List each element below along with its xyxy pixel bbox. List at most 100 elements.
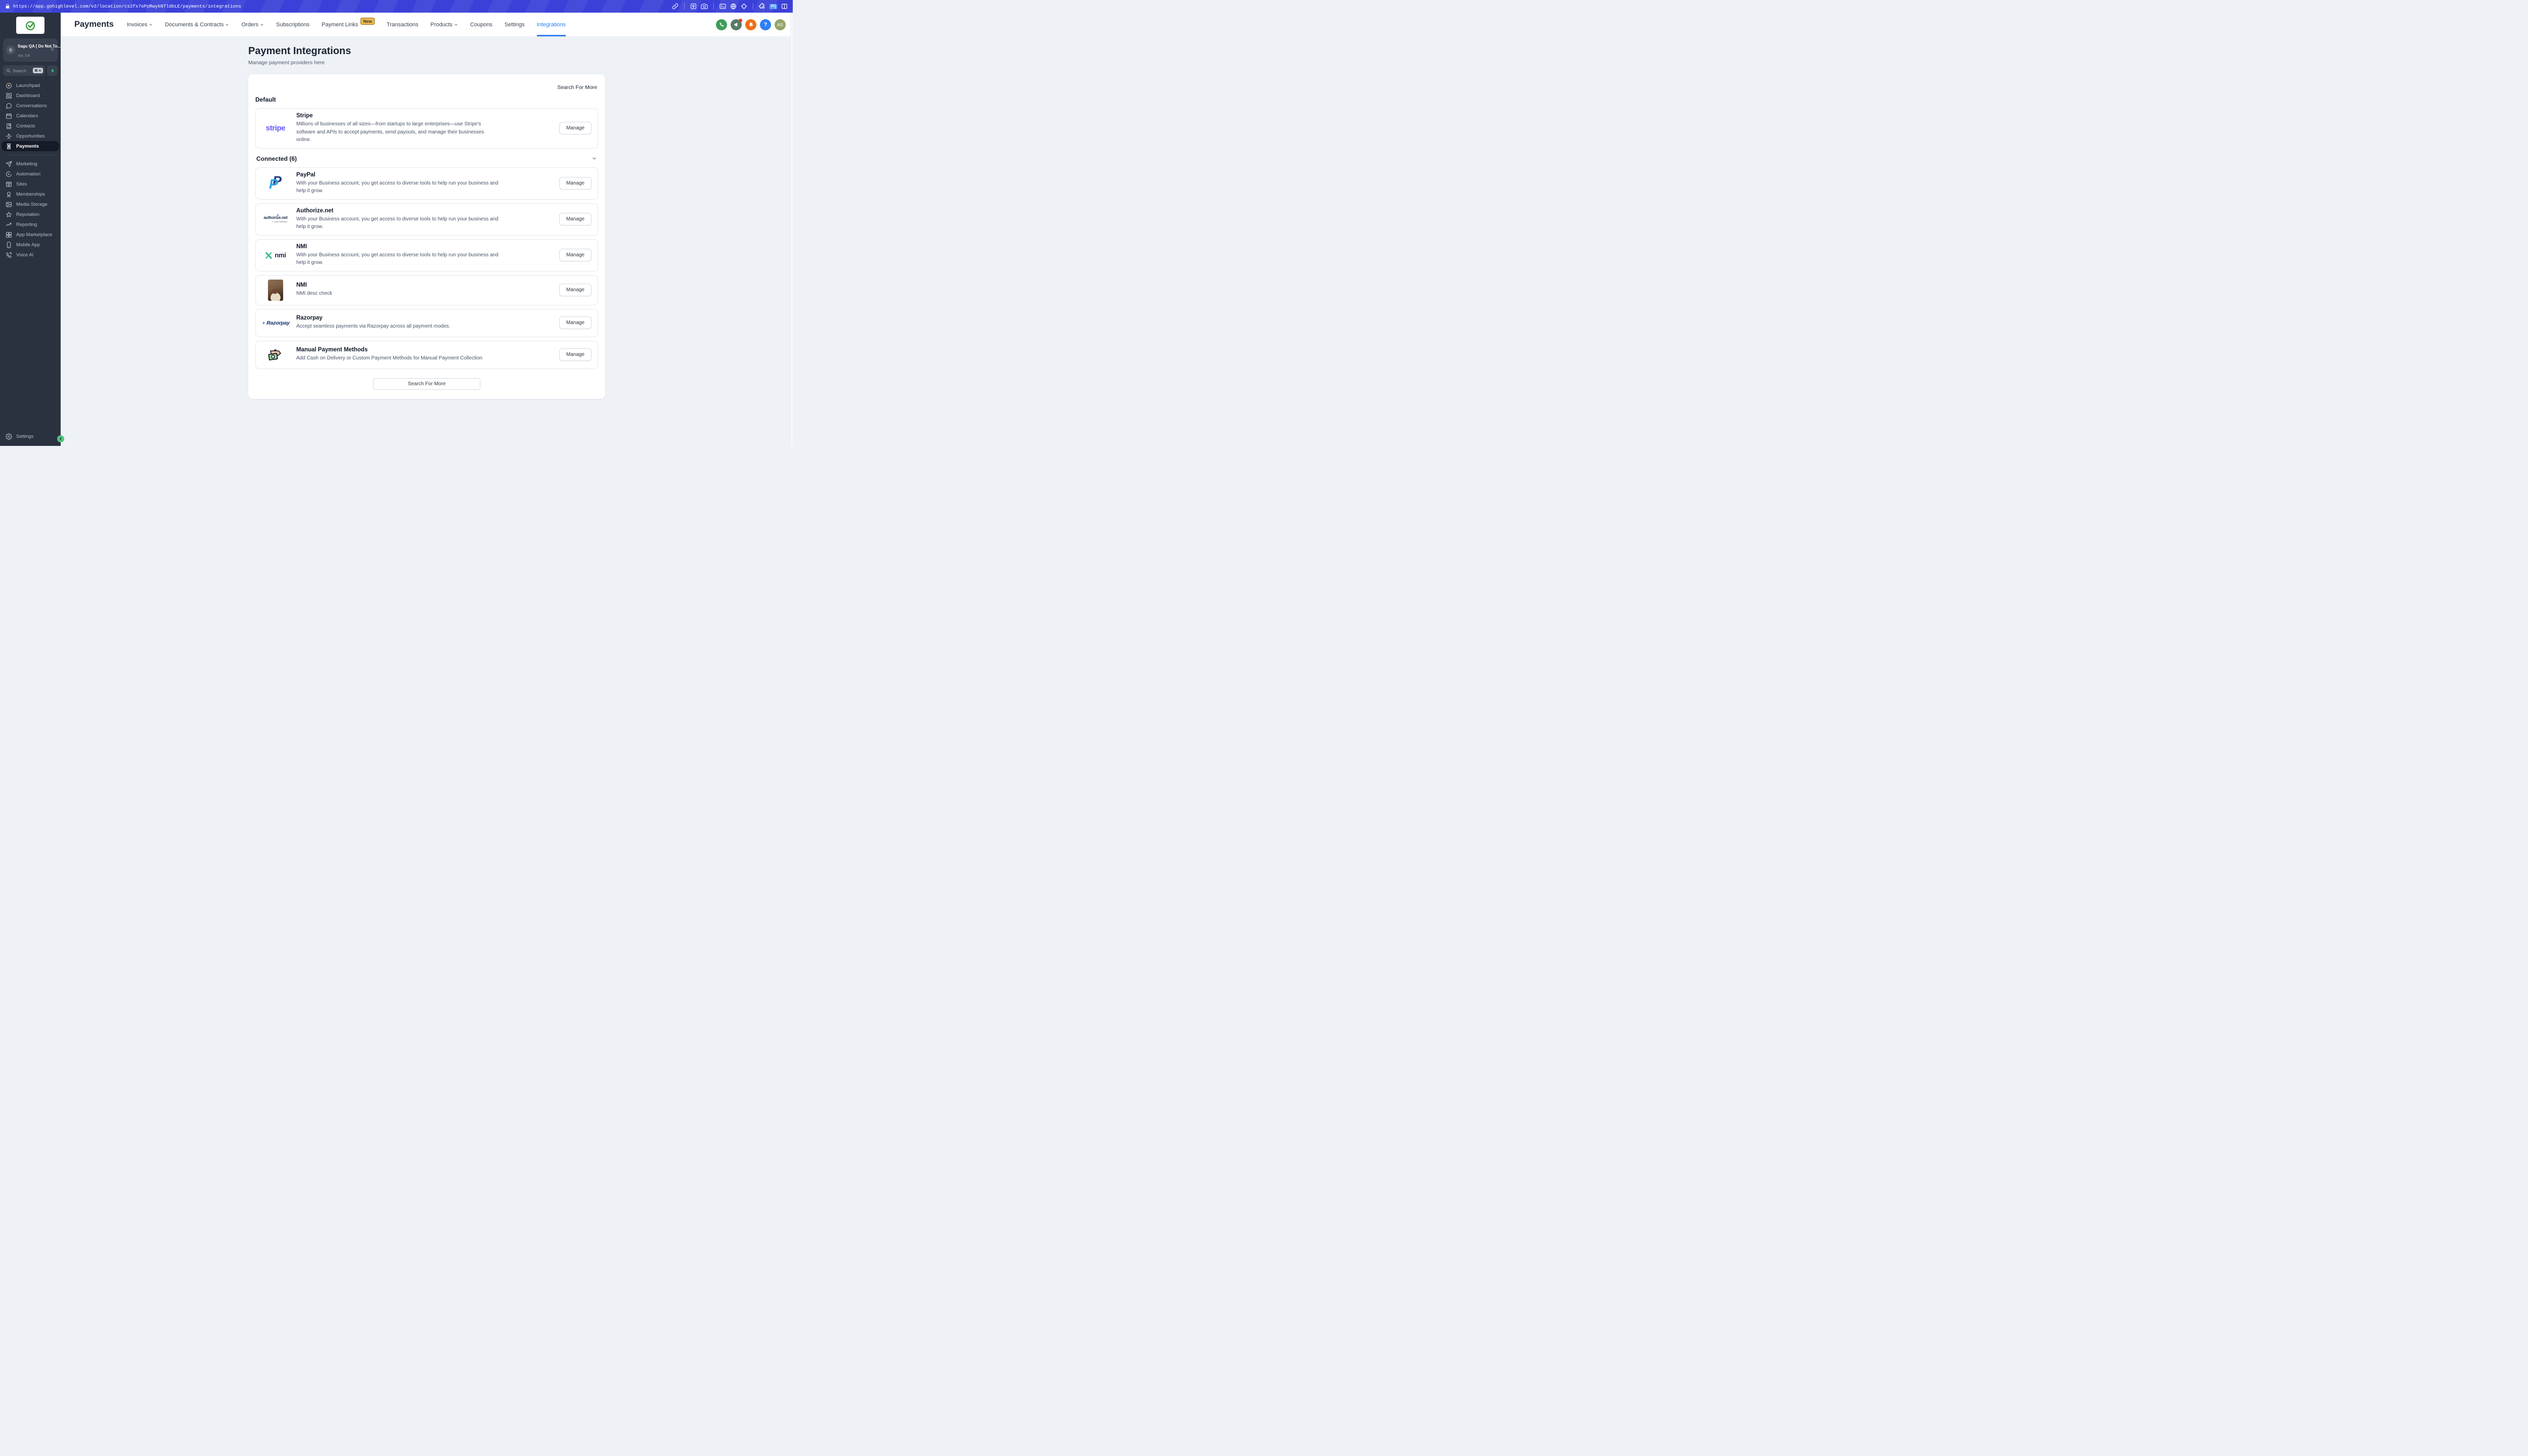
sidebar-collapse-button[interactable] (57, 435, 64, 442)
location-switcher[interactable]: Sagu QA [ Do Not To... xyz, CA (3, 38, 58, 62)
paper-plane-icon (6, 161, 12, 167)
sidebar-item-app-marketplace[interactable]: App Marketplace (2, 230, 59, 240)
sidebar-item-settings[interactable]: Settings (2, 431, 59, 441)
sidebar-item-calendars[interactable]: Calendars (2, 111, 59, 121)
tab-label: Settings (505, 22, 525, 28)
stripe-logo: stripe (261, 124, 290, 132)
split-view-icon[interactable] (781, 3, 788, 10)
camera-icon[interactable] (701, 3, 708, 10)
help-button[interactable]: ? (760, 19, 771, 30)
sidebar: Sagu QA [ Do Not To... xyz, CA Search ⌘ … (0, 13, 61, 446)
tab-label: Invoices (127, 22, 147, 28)
provider-row-authorize-net: authorize.net A Visa Solution Authorize.… (255, 203, 598, 236)
sidebar-item-label: Reporting (16, 222, 37, 228)
tab-invoices[interactable]: Invoices (127, 13, 153, 36)
manage-button-stripe[interactable]: Manage (559, 122, 592, 134)
sidebar-item-label: Voice AI (16, 252, 33, 258)
dashboard-icon (6, 93, 12, 99)
terminal-icon[interactable] (719, 3, 726, 10)
tab-subscriptions[interactable]: Subscriptions (276, 13, 309, 36)
sidebar-item-payments[interactable]: Payments (2, 141, 59, 151)
sidebar-item-reputation[interactable]: Reputation (2, 209, 59, 219)
sidebar-item-mobile-app[interactable]: Mobile App (2, 240, 59, 250)
tab-orders[interactable]: Orders (241, 13, 264, 36)
extensions-puzzle-icon[interactable] (759, 3, 765, 10)
sidebar-item-memberships[interactable]: Memberships (2, 189, 59, 199)
link-icon[interactable] (672, 3, 679, 10)
sidebar-item-marketing[interactable]: Marketing (2, 159, 59, 169)
announcements-button[interactable] (731, 19, 742, 30)
provider-name: PayPal (296, 172, 499, 178)
toolbar-separator (713, 3, 714, 10)
navbar-title: Payments (74, 20, 114, 29)
sidebar-item-automation[interactable]: Automation (2, 169, 59, 179)
provider-name: NMI (296, 282, 332, 288)
tab-transactions[interactable]: Transactions (387, 13, 419, 36)
page-subtitle: Manage payment providers here (248, 60, 605, 66)
sidebar-item-conversations[interactable]: Conversations (2, 101, 59, 111)
provider-row-stripe: stripe Stripe Millions of businesses of … (255, 108, 598, 149)
razorpay-wordmark: Razorpay (266, 320, 290, 326)
tab-documents-contracts[interactable]: Documents & Contracts (165, 13, 229, 36)
tab-label: Integrations (537, 22, 566, 28)
cash-in-hand-icon (267, 348, 284, 362)
sidebar-item-media-storage[interactable]: Media Storage (2, 199, 59, 209)
tab-label: Coupons (470, 22, 492, 28)
address-bar-url[interactable]: https://app.gohighlevel.com/v2/location/… (13, 4, 241, 9)
sidebar-item-voice-ai[interactable]: Voice AI (2, 250, 59, 260)
tab-integrations[interactable]: Integrations (537, 13, 566, 36)
sidebar-item-sites[interactable]: Sites (2, 179, 59, 189)
tab-coupons[interactable]: Coupons (470, 13, 492, 36)
manage-button-paypal[interactable]: Manage (559, 177, 592, 190)
agency-logo (16, 17, 44, 34)
manage-button-authorize-net[interactable]: Manage (559, 213, 592, 225)
text-selection-badge[interactable]: FI (770, 4, 777, 9)
automation-icon (6, 171, 12, 177)
provider-name: NMI (296, 244, 499, 250)
quick-actions-button[interactable] (47, 65, 58, 76)
page-content: Payment Integrations Manage payment prov… (61, 37, 793, 446)
manage-button-nmi-custom[interactable]: Manage (559, 284, 592, 296)
check-circle-logo-icon (24, 19, 36, 31)
provider-description: With your Business account, you get acce… (296, 215, 499, 231)
globe-icon[interactable] (730, 3, 737, 10)
sidebar-item-launchpad[interactable]: Launchpad (2, 80, 59, 90)
provider-row-nmi: nmi NMI With your Business account, you … (255, 239, 598, 271)
notification-dot (739, 19, 742, 22)
sidebar-item-contacts[interactable]: Contacts (2, 121, 59, 131)
manage-button-nmi[interactable]: Manage (559, 249, 592, 261)
search-icon (6, 68, 11, 73)
notifications-button[interactable] (745, 19, 756, 30)
provider-description: With your Business account, you get acce… (296, 251, 499, 267)
sidebar-search-input[interactable]: Search ⌘ K (3, 65, 45, 76)
nmi-mark-icon (265, 251, 273, 259)
search-for-more-link[interactable]: Search For More (557, 84, 597, 90)
megaphone-icon (734, 22, 739, 27)
phone-button[interactable] (716, 19, 727, 30)
provider-row-paypal: P P PayPal With your Business account, y… (255, 167, 598, 200)
connected-section-label: Connected (6) (256, 155, 297, 162)
user-avatar[interactable]: AS (775, 19, 786, 30)
image-extension-icon[interactable] (690, 3, 697, 10)
page-title: Payment Integrations (248, 46, 605, 57)
tab-payment-links[interactable]: Payment Links New (322, 13, 375, 36)
crosshair-icon[interactable] (741, 3, 747, 10)
sidebar-item-reporting[interactable]: Reporting (2, 219, 59, 230)
chevron-left-icon (59, 437, 63, 441)
search-for-more-button[interactable]: Search For More (373, 378, 480, 390)
provider-photo-thumbnail (268, 280, 283, 301)
authorize-net-logo: authorize.net A Visa Solution (261, 215, 290, 223)
provider-description: With your Business account, you get acce… (296, 179, 499, 195)
tab-settings[interactable]: Settings (505, 13, 525, 36)
provider-description: Add Cash on Delivery or Custom Payment M… (296, 354, 482, 362)
connected-section-header[interactable]: Connected (6) (256, 155, 597, 162)
tab-products[interactable]: Products (430, 13, 458, 36)
sidebar-item-opportunities[interactable]: Opportunities (2, 131, 59, 141)
sidebar-item-dashboard[interactable]: Dashboard (2, 90, 59, 101)
manage-button-manual-payment-methods[interactable]: Manage (559, 348, 592, 361)
manage-button-razorpay[interactable]: Manage (559, 316, 592, 329)
razorpay-logo: Razorpay (261, 320, 290, 326)
authorize-tagline: A Visa Solution (272, 220, 287, 223)
sidebar-item-label: Sites (16, 181, 27, 187)
scrollbar[interactable] (790, 13, 793, 446)
